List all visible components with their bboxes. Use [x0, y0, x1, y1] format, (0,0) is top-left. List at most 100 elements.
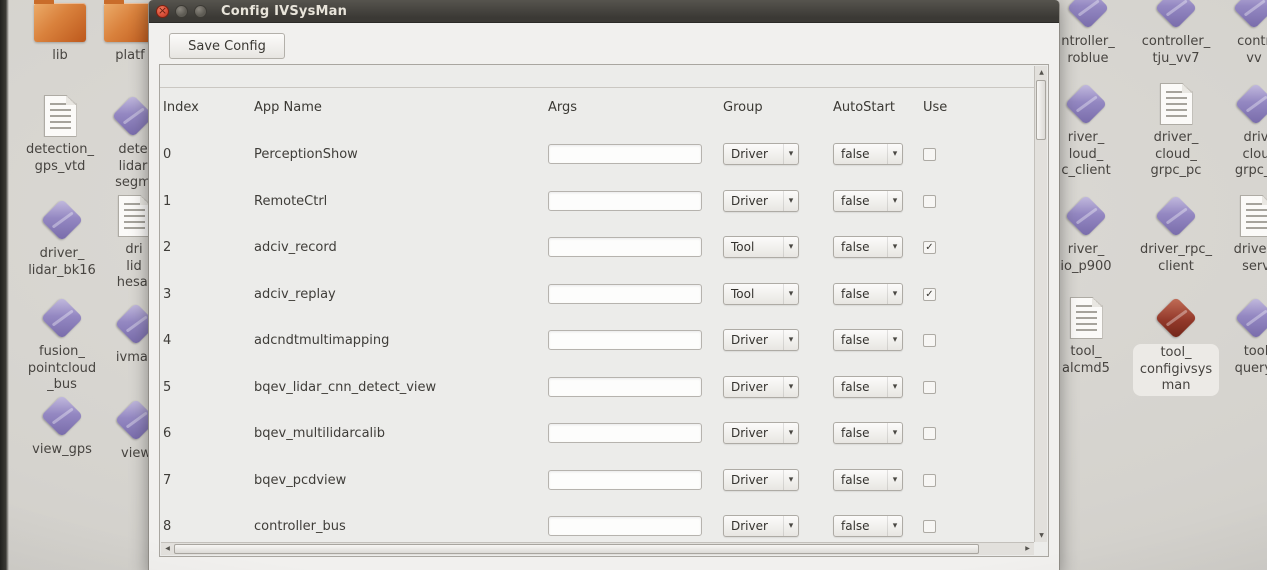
table-row: 7 bqev_pcdview Driver false	[160, 469, 1048, 493]
autostart-select[interactable]: false	[833, 376, 903, 398]
autostart-select-value: false	[834, 194, 887, 208]
use-checkbox[interactable]	[923, 474, 936, 487]
autostart-select[interactable]: false	[833, 422, 903, 444]
use-checkbox[interactable]	[923, 241, 936, 254]
desktop-icon[interactable]: driver_rpc_ client	[1133, 192, 1219, 275]
args-input[interactable]	[548, 284, 702, 304]
args-input[interactable]	[548, 237, 702, 257]
icon-label: tool_ alcmd5	[1062, 344, 1110, 377]
group-select-value: Tool	[724, 287, 783, 301]
icon-label: dri lid hesai	[117, 242, 152, 292]
close-button[interactable]	[156, 5, 169, 18]
vertical-scroll-thumb[interactable]	[1036, 80, 1046, 140]
table-body: 0 PerceptionShow Driver false 1 RemoteCt…	[160, 65, 1048, 556]
row-index: 0	[163, 143, 171, 167]
autostart-select[interactable]: false	[833, 469, 903, 491]
document-icon	[118, 195, 151, 237]
chevron-down-icon	[887, 377, 902, 397]
group-select[interactable]: Driver	[723, 190, 799, 212]
window-titlebar[interactable]: Config IVSysMan	[149, 0, 1059, 23]
group-select-value: Tool	[724, 240, 783, 254]
desktop-icon[interactable]: tool_ configivsys man	[1133, 294, 1219, 396]
row-app-name: adcndtmultimapping	[254, 329, 389, 353]
app-table-frame: IndexApp NameArgsGroupAutoStartUse 0 Per…	[159, 64, 1049, 557]
group-select[interactable]: Driver	[723, 469, 799, 491]
group-select[interactable]: Driver	[723, 376, 799, 398]
group-select[interactable]: Tool	[723, 283, 799, 305]
minimize-button[interactable]	[175, 5, 188, 18]
icon-label: lib	[52, 48, 67, 65]
desktop-icon[interactable]: driver_ cloud_ grpc_pc	[1133, 80, 1219, 180]
icon-label: contr vv	[1237, 34, 1267, 67]
icon-label: driver_ serv	[1234, 242, 1267, 275]
args-input[interactable]	[548, 330, 702, 350]
app-diamond-icon	[1067, 0, 1109, 29]
table-row: 4 adcndtmultimapping Driver false	[160, 329, 1048, 353]
chevron-down-icon	[783, 516, 798, 536]
row-app-name: controller_bus	[254, 515, 346, 539]
chevron-down-icon	[783, 237, 798, 257]
scroll-left-icon[interactable]	[161, 542, 174, 555]
icon-label: driver_ cloud_ grpc_pc	[1151, 130, 1202, 180]
group-select[interactable]: Driver	[723, 422, 799, 444]
autostart-select[interactable]: false	[833, 515, 903, 537]
scroll-right-icon[interactable]	[1021, 542, 1034, 555]
autostart-select[interactable]: false	[833, 190, 903, 212]
use-checkbox[interactable]	[923, 288, 936, 301]
chevron-down-icon	[887, 191, 902, 211]
autostart-select-value: false	[834, 333, 887, 347]
use-checkbox[interactable]	[923, 381, 936, 394]
row-app-name: adciv_replay	[254, 283, 336, 307]
document-icon	[1070, 297, 1103, 339]
args-input[interactable]	[548, 516, 702, 536]
autostart-select-value: false	[834, 287, 887, 301]
window-title: Config IVSysMan	[221, 4, 347, 19]
horizontal-scrollbar[interactable]	[161, 542, 1034, 555]
group-select-value: Driver	[724, 147, 783, 161]
icon-label: river_ io_p900	[1060, 242, 1111, 275]
args-input[interactable]	[548, 470, 702, 490]
app-diamond-icon	[1155, 297, 1197, 339]
autostart-select[interactable]: false	[833, 236, 903, 258]
document-icon	[44, 95, 77, 137]
icon-label: driver_rpc_ client	[1140, 242, 1212, 275]
use-checkbox[interactable]	[923, 148, 936, 161]
horizontal-scroll-thumb[interactable]	[174, 544, 979, 554]
vertical-scrollbar[interactable]	[1034, 66, 1047, 542]
use-checkbox[interactable]	[923, 195, 936, 208]
group-select[interactable]: Driver	[723, 143, 799, 165]
app-diamond-icon	[1235, 297, 1267, 339]
desktop-icon[interactable]: driver_ serv	[1213, 192, 1267, 275]
group-select-value: Driver	[724, 519, 783, 533]
desktop-icon[interactable]: tool queryr	[1213, 294, 1267, 377]
chevron-down-icon	[783, 284, 798, 304]
app-diamond-icon	[1233, 0, 1267, 29]
autostart-select[interactable]: false	[833, 283, 903, 305]
scroll-down-icon[interactable]	[1035, 529, 1048, 542]
autostart-select[interactable]: false	[833, 143, 903, 165]
chevron-down-icon	[783, 144, 798, 164]
autostart-select-value: false	[834, 473, 887, 487]
table-row: 8 controller_bus Driver false	[160, 515, 1048, 539]
use-checkbox[interactable]	[923, 334, 936, 347]
autostart-select[interactable]: false	[833, 329, 903, 351]
save-config-button[interactable]: Save Config	[169, 33, 285, 59]
desktop-icon[interactable]: driv clou grpc_s	[1213, 80, 1267, 180]
use-checkbox[interactable]	[923, 520, 936, 533]
desktop-icon[interactable]: contr vv	[1211, 0, 1267, 67]
icon-label: dete lidar segm	[115, 142, 151, 192]
use-checkbox[interactable]	[923, 427, 936, 440]
group-select[interactable]: Driver	[723, 329, 799, 351]
group-select[interactable]: Tool	[723, 236, 799, 258]
autostart-select-value: false	[834, 519, 887, 533]
desktop-icon[interactable]: controller_ tju_vv7	[1133, 0, 1219, 67]
maximize-button[interactable]	[194, 5, 207, 18]
group-select[interactable]: Driver	[723, 515, 799, 537]
args-input[interactable]	[548, 144, 702, 164]
row-index: 5	[163, 376, 171, 400]
args-input[interactable]	[548, 377, 702, 397]
row-index: 8	[163, 515, 171, 539]
scroll-up-icon[interactable]	[1035, 66, 1048, 79]
args-input[interactable]	[548, 191, 702, 211]
args-input[interactable]	[548, 423, 702, 443]
